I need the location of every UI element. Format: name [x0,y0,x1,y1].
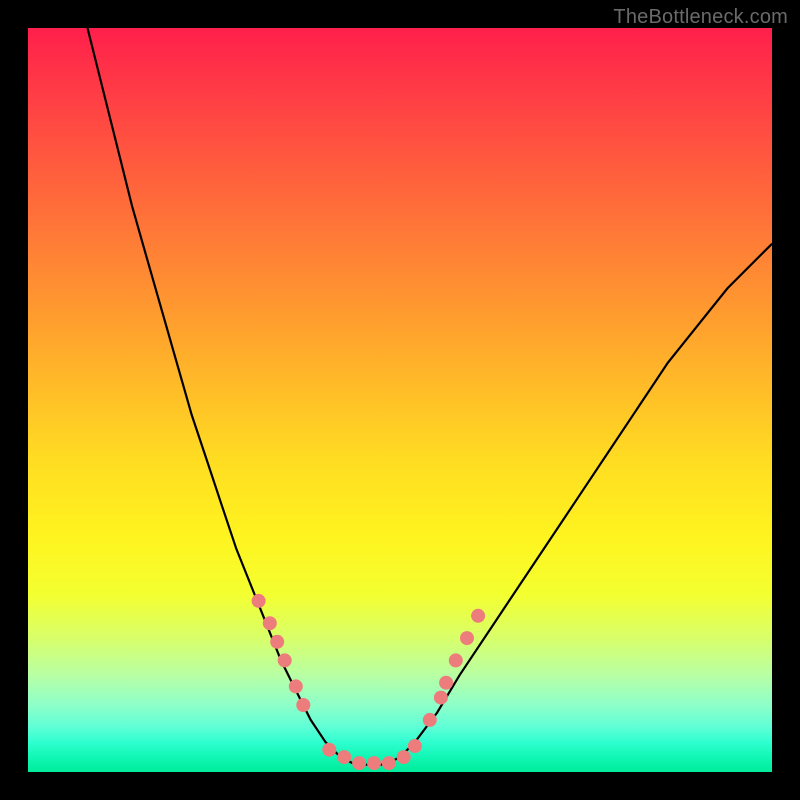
marker-dot [322,743,336,757]
watermark-text: TheBottleneck.com [613,6,788,29]
marker-dot [352,756,366,770]
marker-dot [263,616,277,630]
marker-dot [449,653,463,667]
chart-frame: TheBottleneck.com [0,0,800,800]
chart-svg [28,28,772,772]
marker-dot [397,750,411,764]
marker-dot [270,635,284,649]
marker-dot [423,713,437,727]
marker-dot [408,739,422,753]
marker-dot [382,756,396,770]
curve-markers [252,594,486,770]
marker-dot [367,756,381,770]
marker-dot [296,698,310,712]
marker-dot [434,691,448,705]
marker-dot [252,594,266,608]
marker-dot [439,676,453,690]
marker-dot [289,679,303,693]
marker-dot [460,631,474,645]
plot-area [28,28,772,772]
bottleneck-curve [88,28,773,765]
marker-dot [471,609,485,623]
marker-dot [337,750,351,764]
marker-dot [278,653,292,667]
